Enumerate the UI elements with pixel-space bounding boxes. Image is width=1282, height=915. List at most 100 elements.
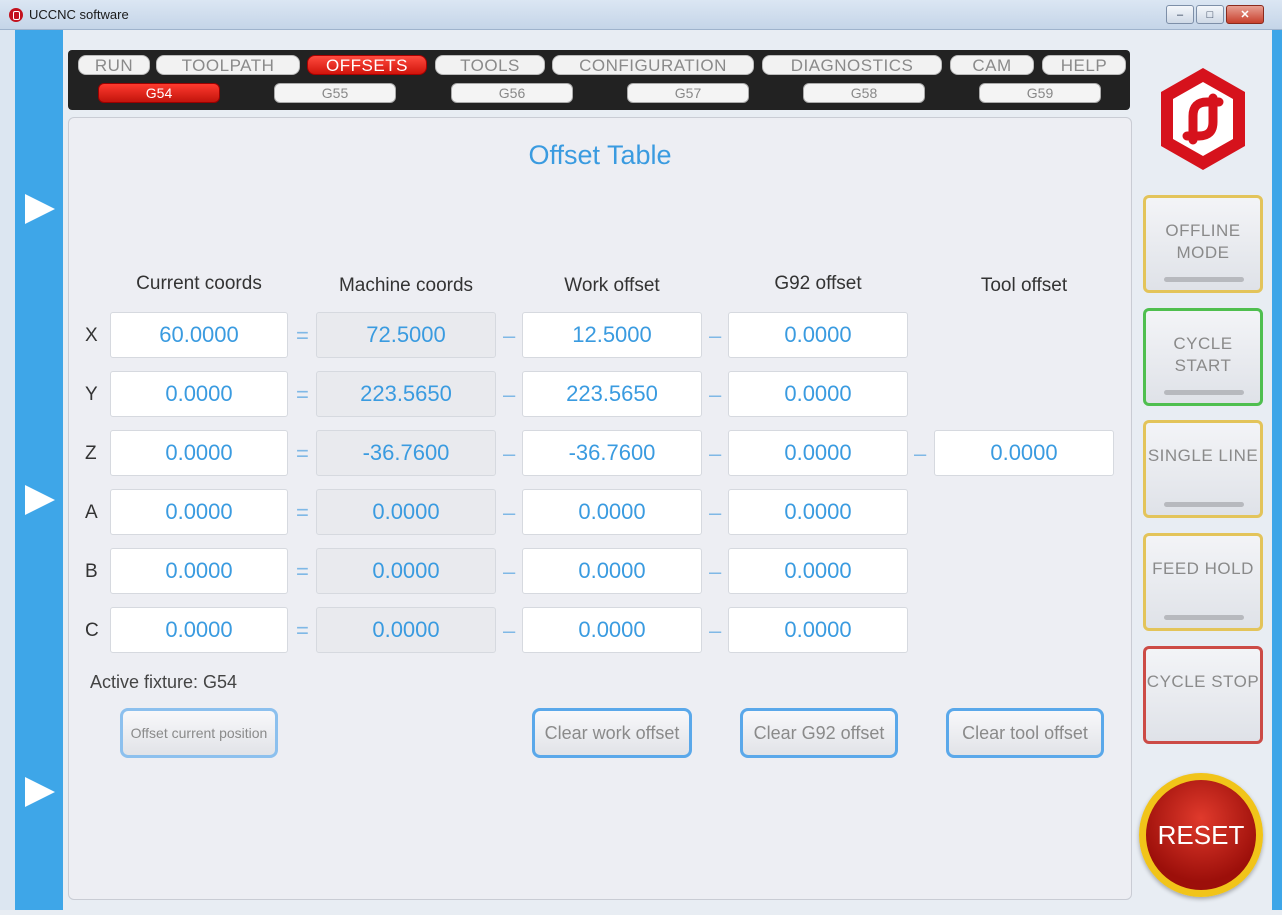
tab-offsets[interactable]: OFFSETS [307,55,427,75]
clear-work-offset-button[interactable]: Clear work offset [532,708,692,758]
machine-c-field: 0.0000 [316,607,496,653]
work-c-field[interactable]: 0.0000 [522,607,702,653]
current-y-field[interactable]: 0.0000 [110,371,288,417]
axis-label: B [85,561,98,582]
status-led [1164,277,1244,282]
work-x-field[interactable]: 12.5000 [522,312,702,358]
g92-x-field[interactable]: 0.0000 [728,312,908,358]
title-bar: UCCNC software – □ ✕ [0,0,1282,30]
machine-y-field: 223.5650 [316,371,496,417]
current-x-field[interactable]: 60.0000 [110,312,288,358]
equals-sign: = [296,441,309,466]
current-z-field[interactable]: 0.0000 [110,430,288,476]
cycle-start-label: CYCLE START [1173,334,1233,375]
equals-sign: = [296,559,309,584]
expand-arrow-icon[interactable] [25,485,55,515]
offset-current-position-button[interactable]: Offset current position [120,708,278,758]
feed-hold-button[interactable]: FEED HOLD [1143,533,1263,631]
uccnc-logo [1161,68,1245,170]
single-line-label: SINGLE LINE [1147,446,1259,465]
subtab-g58[interactable]: G58 [803,83,925,103]
work-y-field[interactable]: 223.5650 [522,371,702,417]
work-b-field[interactable]: 0.0000 [522,548,702,594]
minus-sign: – [709,500,722,525]
equals-sign: = [296,323,309,348]
equals-sign: = [296,500,309,525]
expand-arrow-icon[interactable] [25,777,55,807]
minus-sign: – [709,441,722,466]
right-strip [1272,30,1282,910]
minus-sign: – [914,441,927,466]
col-machine-coords: Machine coords [338,275,474,296]
cycle-start-button[interactable]: CYCLE START [1143,308,1263,406]
tab-diagnostics[interactable]: DIAGNOSTICS [762,55,942,75]
clear-g92-offset-button[interactable]: Clear G92 offset [740,708,898,758]
axis-label: A [85,502,98,523]
minus-sign: – [709,618,722,643]
active-fixture-label: Active fixture: G54 [90,672,238,692]
current-c-field[interactable]: 0.0000 [110,607,288,653]
g92-b-field[interactable]: 0.0000 [728,548,908,594]
page-title: Offset Table [528,140,672,170]
axis-label: Z [85,443,97,464]
machine-b-field: 0.0000 [316,548,496,594]
minus-sign: – [503,618,516,643]
current-b-field[interactable]: 0.0000 [110,548,288,594]
tab-help[interactable]: HELP [1042,55,1126,75]
subtab-g56[interactable]: G56 [451,83,573,103]
tab-cam[interactable]: CAM [950,55,1034,75]
close-button[interactable]: ✕ [1226,5,1264,24]
reset-button[interactable]: RESET [1139,773,1263,897]
g92-a-field[interactable]: 0.0000 [728,489,908,535]
tool-z-field[interactable]: 0.0000 [934,430,1114,476]
cycle-stop-button[interactable]: CYCLE STOP [1143,646,1263,744]
minimize-button[interactable]: – [1166,5,1194,24]
col-current-coords: Current coords [136,273,262,294]
col-g92-offset: G92 offset [774,273,862,294]
single-line-button[interactable]: SINGLE LINE [1143,420,1263,518]
minus-sign: – [503,500,516,525]
minus-sign: – [503,441,516,466]
current-a-field[interactable]: 0.0000 [110,489,288,535]
subtab-g55[interactable]: G55 [274,83,396,103]
window-title: UCCNC software [29,7,129,22]
subtab-g57[interactable]: G57 [627,83,749,103]
status-led [1164,390,1244,395]
tab-run[interactable]: RUN [78,55,150,75]
offline-mode-button[interactable]: OFFLINE MODE [1143,195,1263,293]
minus-sign: – [709,382,722,407]
tab-tools[interactable]: TOOLS [435,55,545,75]
subtab-g59[interactable]: G59 [979,83,1101,103]
minus-sign: – [503,323,516,348]
equals-sign: = [296,618,309,643]
subtab-g54[interactable]: G54 [98,83,220,103]
col-work-offset: Work offset [564,275,660,296]
axis-label: C [85,620,99,641]
axis-label: X [85,325,98,346]
status-led [1164,502,1244,507]
maximize-button[interactable]: □ [1196,5,1224,24]
minus-sign: – [709,559,722,584]
equals-sign: = [296,382,309,407]
status-led [1164,615,1244,620]
work-z-field[interactable]: -36.7600 [522,430,702,476]
col-tool-offset: Tool offset [980,275,1068,296]
minus-sign: – [503,559,516,584]
tab-toolpath[interactable]: TOOLPATH [156,55,300,75]
g92-z-field[interactable]: 0.0000 [728,430,908,476]
window-controls: – □ ✕ [1166,5,1264,24]
work-a-field[interactable]: 0.0000 [522,489,702,535]
cycle-stop-label: CYCLE STOP [1146,672,1260,691]
machine-x-field: 72.5000 [316,312,496,358]
offline-mode-label: OFFLINE MODE [1165,221,1241,262]
expand-arrow-icon[interactable] [25,194,55,224]
g92-y-field[interactable]: 0.0000 [728,371,908,417]
machine-a-field: 0.0000 [316,489,496,535]
minus-sign: – [709,323,722,348]
clear-tool-offset-button[interactable]: Clear tool offset [946,708,1104,758]
tab-configuration[interactable]: CONFIGURATION [552,55,754,75]
minus-sign: – [503,382,516,407]
axis-label: Y [85,384,98,405]
machine-z-field: -36.7600 [316,430,496,476]
g92-c-field[interactable]: 0.0000 [728,607,908,653]
